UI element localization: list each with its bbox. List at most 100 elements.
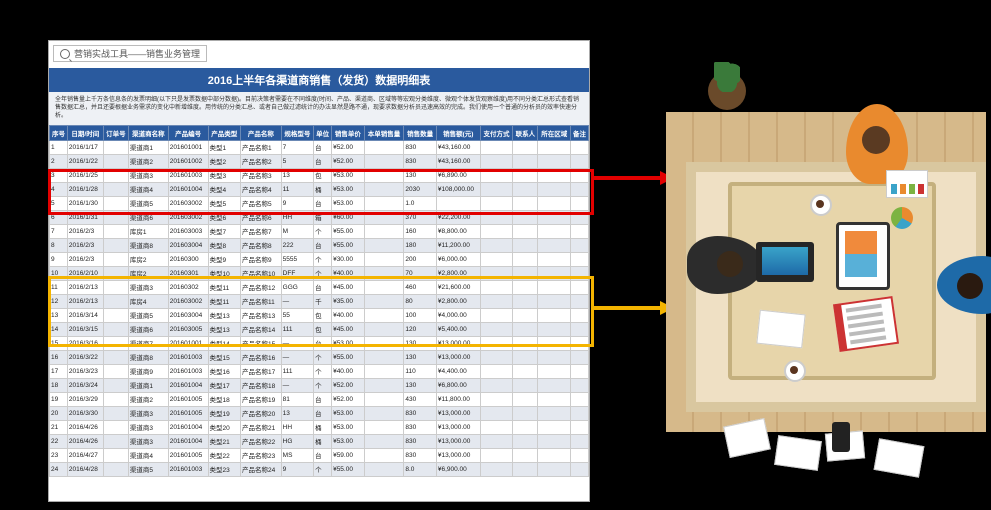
table-cell: ¥13,000.00 <box>436 448 480 462</box>
search-label: 营销实战工具——销售业务管理 <box>74 47 200 60</box>
table-cell: 产品名称14 <box>241 322 282 336</box>
table-cell: 201601003 <box>168 364 208 378</box>
table-cell: 产品名称19 <box>241 392 282 406</box>
table-cell: 类型6 <box>208 210 241 224</box>
table-cell: ¥35.00 <box>332 294 365 308</box>
table-cell: 2016/3/24 <box>67 378 103 392</box>
table-cell: 桶 <box>314 434 332 448</box>
table-cell: 台 <box>314 154 332 168</box>
search-box[interactable]: 营销实战工具——销售业务管理 <box>53 45 207 62</box>
table-cell <box>513 434 538 448</box>
table-cell: 类型16 <box>208 364 241 378</box>
table-cell: 11 <box>281 182 314 196</box>
table-cell: 渠道商6 <box>128 322 168 336</box>
table-cell <box>538 266 571 280</box>
table-cell <box>538 182 571 196</box>
table-cell: 渠道商3 <box>128 280 168 294</box>
table-cell <box>570 294 588 308</box>
table-cell: 个 <box>314 252 332 266</box>
table-cell <box>570 154 588 168</box>
table-cell <box>364 392 404 406</box>
table-cell: 9 <box>281 462 314 476</box>
table-cell: 201601004 <box>168 434 208 448</box>
table-cell: HG <box>281 434 314 448</box>
table-row: 112016/2/13渠道商320160302类型11产品名称12GGG台¥45… <box>50 280 589 294</box>
table-cell: 2016/1/30 <box>67 196 103 210</box>
table-cell: ¥30.00 <box>332 252 365 266</box>
table-cell <box>103 210 128 224</box>
table-row: 202016/3/30渠道商3201601005类型19产品名称2013台¥53… <box>50 406 589 420</box>
table-cell: 类型19 <box>208 406 241 420</box>
table-cell <box>538 238 571 252</box>
table-cell <box>480 224 513 238</box>
tablet-icon <box>836 222 890 290</box>
table-cell <box>538 294 571 308</box>
table-cell: 类型13 <box>208 322 241 336</box>
table-cell: 类型8 <box>208 238 241 252</box>
table-cell: 430 <box>404 392 437 406</box>
table-cell: 类型5 <box>208 196 241 210</box>
table-cell: ¥53.00 <box>332 406 365 420</box>
table-cell: ¥55.00 <box>332 350 365 364</box>
table-cell <box>538 224 571 238</box>
table-cell: 渠道商8 <box>128 350 168 364</box>
coffee-cup-icon <box>784 360 806 382</box>
table-cell: 类型2 <box>208 154 241 168</box>
table-header-cell: 产品类型 <box>208 125 241 140</box>
table-cell: 830 <box>404 420 437 434</box>
table-cell: 2016/3/14 <box>67 308 103 322</box>
table-cell <box>364 350 404 364</box>
table-cell: 10 <box>50 266 68 280</box>
table-header-cell: 产品编号 <box>168 125 208 140</box>
table-cell: 100 <box>404 308 437 322</box>
table-cell: 180 <box>404 238 437 252</box>
table-cell <box>513 140 538 154</box>
table-cell <box>103 168 128 182</box>
table-cell <box>513 392 538 406</box>
table-cell <box>538 406 571 420</box>
table-cell: 201601001 <box>168 140 208 154</box>
table-cell <box>513 266 538 280</box>
table-row: 212016/4/26渠道商3201601004类型20产品名称21HH桶¥53… <box>50 420 589 434</box>
table-cell: ¥45.00 <box>332 280 365 294</box>
table-cell: 120 <box>404 322 437 336</box>
table-row: 242016/4/28渠道商5201601003类型23产品名称249个¥55.… <box>50 462 589 476</box>
table-cell: ¥4,000.00 <box>436 308 480 322</box>
table-row: 182016/3/24渠道商1201601004类型17产品名称18—个¥52.… <box>50 378 589 392</box>
table-cell <box>570 434 588 448</box>
table-cell: — <box>281 294 314 308</box>
table-cell: 2016/1/22 <box>67 154 103 168</box>
table-cell <box>570 378 588 392</box>
table-cell: DFF <box>281 266 314 280</box>
table-cell <box>570 196 588 210</box>
table-cell: 个 <box>314 378 332 392</box>
table-row: 222016/4/26渠道商3201601004类型21产品名称22HG桶¥53… <box>50 434 589 448</box>
table-cell: GGG <box>281 280 314 294</box>
table-cell: 台 <box>314 392 332 406</box>
table-cell: 箱 <box>314 210 332 224</box>
table-cell: 111 <box>281 364 314 378</box>
table-cell: 201601005 <box>168 406 208 420</box>
table-cell <box>103 196 128 210</box>
table-cell <box>364 266 404 280</box>
table-cell: 2016/4/26 <box>67 434 103 448</box>
table-cell: 类型15 <box>208 350 241 364</box>
person-blue <box>937 256 991 314</box>
table-cell: 830 <box>404 140 437 154</box>
table-cell: 2016/2/13 <box>67 280 103 294</box>
table-cell: 类型11 <box>208 294 241 308</box>
person-black <box>687 236 763 294</box>
table-row: 42016/1/28渠道商4201601004类型4产品名称411桶¥53.00… <box>50 182 589 196</box>
table-cell <box>480 378 513 392</box>
table-cell: ¥53.00 <box>332 420 365 434</box>
table-cell: 830 <box>404 448 437 462</box>
table-cell: 产品名称6 <box>241 210 282 224</box>
table-cell <box>513 168 538 182</box>
table-cell: 渠道商2 <box>128 154 168 168</box>
table-cell: 16 <box>50 350 68 364</box>
table-cell: 2016/1/17 <box>67 140 103 154</box>
table-cell: 类型9 <box>208 252 241 266</box>
table-cell <box>103 420 128 434</box>
table-cell: 222 <box>281 238 314 252</box>
table-cell: 类型17 <box>208 378 241 392</box>
